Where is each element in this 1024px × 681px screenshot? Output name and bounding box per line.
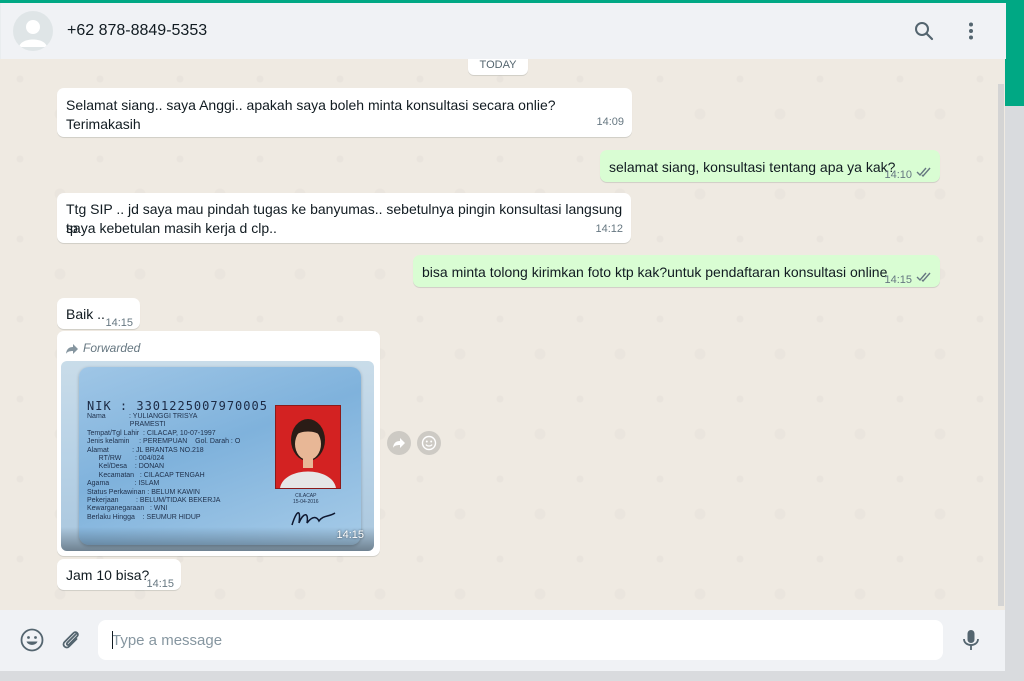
image-shade bbox=[61, 527, 374, 551]
text-caret bbox=[112, 631, 113, 649]
message-time: 14:09 bbox=[596, 116, 624, 128]
date-chip: TODAY bbox=[468, 59, 528, 75]
forward-button[interactable] bbox=[387, 431, 411, 455]
mic-icon[interactable] bbox=[958, 627, 984, 653]
id-card-issue: CILACAP 15-04-2016 bbox=[293, 493, 319, 505]
chat-header: +62 878-8849-5353 bbox=[0, 3, 1006, 59]
default-avatar-icon bbox=[19, 20, 47, 47]
id-card-portrait bbox=[275, 405, 341, 489]
forward-icon bbox=[393, 438, 405, 448]
window-edge bbox=[1005, 106, 1024, 681]
message-time: 14:10 bbox=[884, 169, 912, 181]
avatar[interactable] bbox=[13, 11, 53, 51]
double-check-icon bbox=[916, 272, 931, 282]
message-outgoing[interactable]: selamat siang, konsultasi tentang apa ya… bbox=[600, 150, 940, 182]
forward-icon bbox=[66, 343, 78, 354]
scrollbar[interactable] bbox=[998, 84, 1004, 606]
message-text: Jam 10 bisa? bbox=[66, 567, 150, 583]
message-input[interactable] bbox=[98, 620, 943, 660]
message-text: selamat siang, konsultasi tentang apa ya… bbox=[609, 159, 896, 175]
message-incoming[interactable]: Jam 10 bisa? 14:15 bbox=[57, 559, 181, 590]
message-outgoing[interactable]: bisa minta tolong kirimkan foto ktp kak?… bbox=[413, 255, 940, 287]
react-button[interactable] bbox=[417, 431, 441, 455]
ktp-photo[interactable]: NIK : 3301225007970005 Nama : YULIANGGI … bbox=[61, 361, 374, 551]
message-time: 14:15 bbox=[146, 578, 174, 590]
message-text: Baik .. bbox=[66, 306, 105, 322]
message-incoming[interactable]: Ttg SIP .. jd saya mau pindah tugas ke b… bbox=[57, 193, 631, 243]
emoji-icon bbox=[421, 435, 437, 451]
forwarded-text: Forwarded bbox=[83, 341, 141, 355]
emoji-icon[interactable] bbox=[19, 627, 45, 653]
forwarded-label: Forwarded bbox=[65, 339, 140, 358]
double-check-icon bbox=[916, 167, 931, 177]
search-icon[interactable] bbox=[912, 19, 936, 43]
message-incoming[interactable]: Baik .. 14:15 bbox=[57, 298, 140, 329]
message-time: 14:15 bbox=[884, 274, 912, 286]
message-time: 14:12 bbox=[595, 223, 623, 235]
message-text-line: saya kebetulan masih kerja d clp.. bbox=[66, 220, 277, 236]
attach-icon[interactable] bbox=[58, 627, 84, 653]
composer-bar bbox=[0, 610, 1005, 671]
window-accent-bar bbox=[1005, 0, 1024, 106]
message-image-forwarded[interactable]: Forwarded NIK : 3301225007970005 Nama : … bbox=[57, 331, 380, 556]
message-text: bisa minta tolong kirimkan foto ktp kak?… bbox=[422, 264, 888, 280]
menu-icon[interactable] bbox=[959, 19, 983, 43]
window-bottom-edge bbox=[0, 671, 1005, 681]
message-time: 14:15 bbox=[336, 529, 364, 541]
conversation-panel[interactable]: TODAY Selamat siang.. saya Anggi.. apaka… bbox=[0, 59, 1005, 610]
id-card: NIK : 3301225007970005 Nama : YULIANGGI … bbox=[79, 367, 361, 545]
message-text: Selamat siang.. saya Anggi.. apakah saya… bbox=[66, 97, 556, 132]
contact-name[interactable]: +62 878-8849-5353 bbox=[67, 22, 207, 40]
message-incoming[interactable]: Selamat siang.. saya Anggi.. apakah saya… bbox=[57, 88, 632, 137]
id-card-details: Nama : YULIANGGI TRISYA PRAMESTI Tempat/… bbox=[87, 413, 241, 521]
